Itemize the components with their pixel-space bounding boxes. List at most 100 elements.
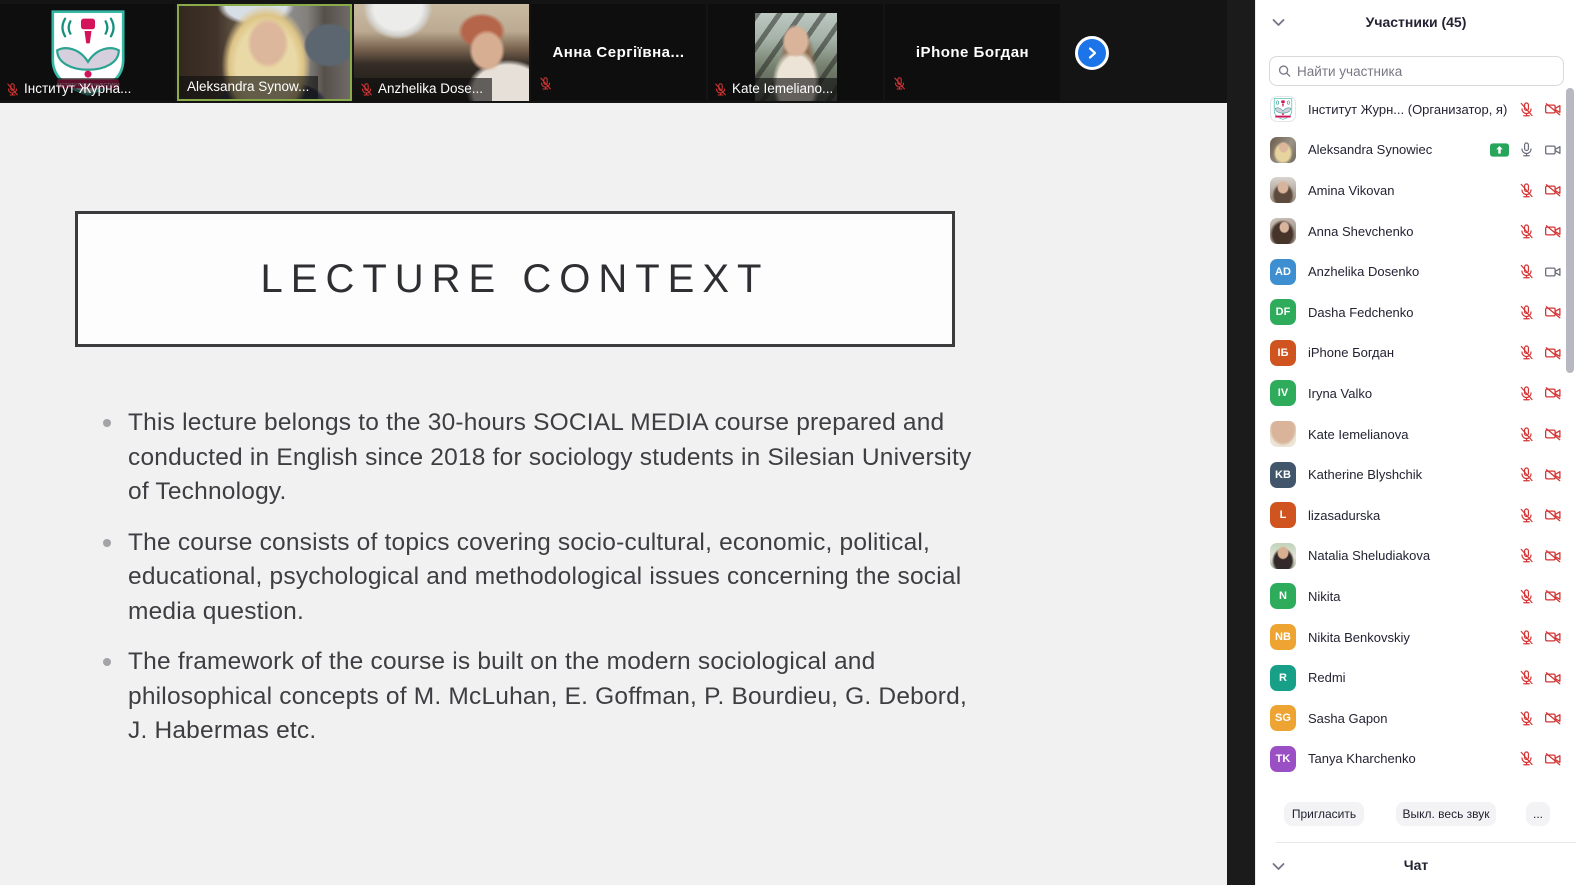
- participant-row[interactable]: Anna Shevchenko: [1256, 211, 1576, 252]
- participant-status-icons: [1518, 669, 1562, 687]
- video-tile[interactable]: Анна Сергіївна...: [531, 4, 706, 101]
- tile-name-label: Aleksandra Synow...: [179, 76, 319, 99]
- participant-avatar: [1270, 136, 1296, 163]
- participant-row[interactable]: Amina Vikovan: [1256, 170, 1576, 211]
- participant-avatar: SG: [1270, 705, 1296, 732]
- mic-off-icon: [7, 82, 18, 96]
- camera-off-icon: [1545, 752, 1561, 766]
- participant-status-icons: [1518, 587, 1562, 605]
- participant-row[interactable]: KB Katherine Blyshchik: [1256, 454, 1576, 495]
- tile-participant-name: Анна Сергіївна...: [552, 44, 685, 61]
- participant-name: Anzhelika Dosenko: [1308, 264, 1420, 280]
- mic-off-icon: [1520, 102, 1533, 117]
- participant-avatar: ІНСТИТУТ ЖУРНАЛІСТИКИ: [1270, 96, 1296, 123]
- participant-row[interactable]: Llizasadurska: [1256, 495, 1576, 536]
- video-tile[interactable]: Anzhelika Dose...: [354, 4, 529, 101]
- participant-avatar: [1270, 177, 1296, 204]
- camera-off-icon: [1545, 509, 1561, 522]
- mic-off-icon: [1520, 629, 1533, 644]
- participant-name: Anna Shevchenko: [1308, 223, 1414, 239]
- participant-status-icons: [1518, 384, 1562, 402]
- slide-bullet: The framework of the course is built on …: [100, 645, 980, 749]
- video-tile[interactable]: ІНСТИТУТ ЖУРНАЛІСТИКИ Інститут Журна...: [0, 4, 175, 101]
- mute-all-button[interactable]: Выкл. весь звук: [1396, 802, 1496, 826]
- tile-name-label: Anzhelika Dose...: [354, 78, 493, 101]
- participants-scrollbar[interactable]: [1566, 88, 1574, 373]
- mic-off-icon: [540, 77, 551, 90]
- video-tile[interactable]: Kate Iemeliano...: [708, 4, 883, 101]
- next-page-button[interactable]: [1075, 36, 1109, 70]
- slide-title: LECTURE CONTEXT: [260, 256, 770, 301]
- mic-off-icon: [1520, 305, 1533, 320]
- camera-off-icon: [1545, 468, 1561, 481]
- mic-off-icon: [715, 82, 726, 96]
- participant-avatar: [1270, 542, 1296, 569]
- tile-participant-name: Інститут Журна...: [24, 81, 132, 96]
- chevron-right-icon: [1088, 47, 1097, 59]
- participant-avatar: NB: [1270, 624, 1296, 651]
- participant-avatar: IV: [1270, 380, 1296, 407]
- participant-row[interactable]: Kate Iemelianova: [1256, 414, 1576, 455]
- mic-off-icon: [1520, 223, 1533, 238]
- video-tile[interactable]: Aleksandra Synow...: [177, 4, 352, 101]
- participant-status-icons: [1518, 628, 1562, 646]
- participant-row[interactable]: Aleksandra Synowiec: [1256, 130, 1576, 171]
- participant-avatar: ІБ: [1270, 339, 1296, 366]
- participant-row[interactable]: SG Sasha Gapon: [1256, 698, 1576, 739]
- participant-row[interactable]: ІБ iPhone Богдан: [1256, 333, 1576, 374]
- mic-off-icon: [1520, 183, 1533, 198]
- participant-status-icons: [1518, 263, 1562, 281]
- participants-list: ІНСТИТУТ ЖУРНАЛІСТИКИ Інститут Журн... (О…: [1256, 89, 1576, 779]
- participant-row[interactable]: R Redmi: [1256, 657, 1576, 698]
- participant-status-icons: [1518, 181, 1562, 199]
- participant-row[interactable]: IV Iryna Valko: [1256, 373, 1576, 414]
- participants-header: Участники (45): [1256, 0, 1576, 45]
- participant-search[interactable]: [1269, 56, 1564, 86]
- participant-row[interactable]: N Nikita: [1256, 576, 1576, 617]
- mic-off-icon: [1520, 711, 1533, 726]
- participant-status-icons: [1518, 222, 1562, 240]
- participants-title: Участники (45): [1365, 14, 1467, 30]
- camera-off-icon: [1545, 671, 1561, 684]
- tile-name-label: Kate Iemeliano...: [708, 78, 843, 101]
- participant-status-icons: [1518, 709, 1562, 727]
- mic-off-icon: [1520, 467, 1533, 482]
- camera-off-icon: [1545, 306, 1561, 319]
- mic-off-icon: [1520, 508, 1533, 523]
- mic-off-icon: [1520, 589, 1533, 604]
- participant-status-icons: [1518, 466, 1562, 484]
- camera-off-icon: [1545, 428, 1561, 441]
- participant-status-icons: [1490, 141, 1562, 159]
- participant-name: Dasha Fedchenko: [1308, 304, 1414, 320]
- slide-bullet: The course consists of topics covering s…: [100, 526, 980, 630]
- participant-status-icons: [1518, 506, 1562, 524]
- participant-name: Tanya Kharchenko: [1308, 751, 1416, 767]
- participant-status-icons: [1518, 750, 1562, 768]
- participant-status-icons: [1518, 425, 1562, 443]
- search-icon: [1278, 65, 1291, 77]
- participant-name: Katherine Blyshchik: [1308, 467, 1423, 483]
- video-tile[interactable]: iPhone Богдан: [885, 4, 1060, 101]
- participant-row[interactable]: AD Anzhelika Dosenko: [1256, 251, 1576, 292]
- camera-off-icon: [1545, 225, 1561, 238]
- participant-status-icons: [1518, 303, 1562, 321]
- mic-off-icon: [1520, 386, 1533, 401]
- invite-button[interactable]: Пригласить: [1284, 802, 1364, 826]
- more-options-button[interactable]: ...: [1526, 802, 1550, 826]
- participant-avatar: L: [1270, 502, 1296, 529]
- slide-bullet: This lecture belongs to the 30-hours SOC…: [100, 406, 980, 510]
- search-input[interactable]: [1297, 63, 1555, 79]
- participant-status-icons: [1518, 547, 1562, 565]
- participant-row[interactable]: NB Nikita Benkovskiy: [1256, 617, 1576, 658]
- mic-on-icon: [1521, 142, 1532, 157]
- camera-off-icon: [1545, 387, 1561, 400]
- participant-name: iPhone Богдан: [1308, 345, 1395, 361]
- mic-off-icon: [1520, 264, 1533, 279]
- participant-row[interactable]: Natalia Sheludiakova: [1256, 536, 1576, 577]
- participant-row[interactable]: ІНСТИТУТ ЖУРНАЛІСТИКИ Інститут Журн... (О…: [1256, 89, 1576, 130]
- participant-row[interactable]: DF Dasha Fedchenko: [1256, 292, 1576, 333]
- main-area: ІНСТИТУТ ЖУРНАЛІСТИКИ Інститут Журна... A…: [0, 0, 1255, 885]
- mic-off-icon: [1520, 670, 1533, 685]
- participant-name: Amina Vikovan: [1308, 182, 1395, 198]
- participant-row[interactable]: TK Tanya Kharchenko: [1256, 739, 1576, 780]
